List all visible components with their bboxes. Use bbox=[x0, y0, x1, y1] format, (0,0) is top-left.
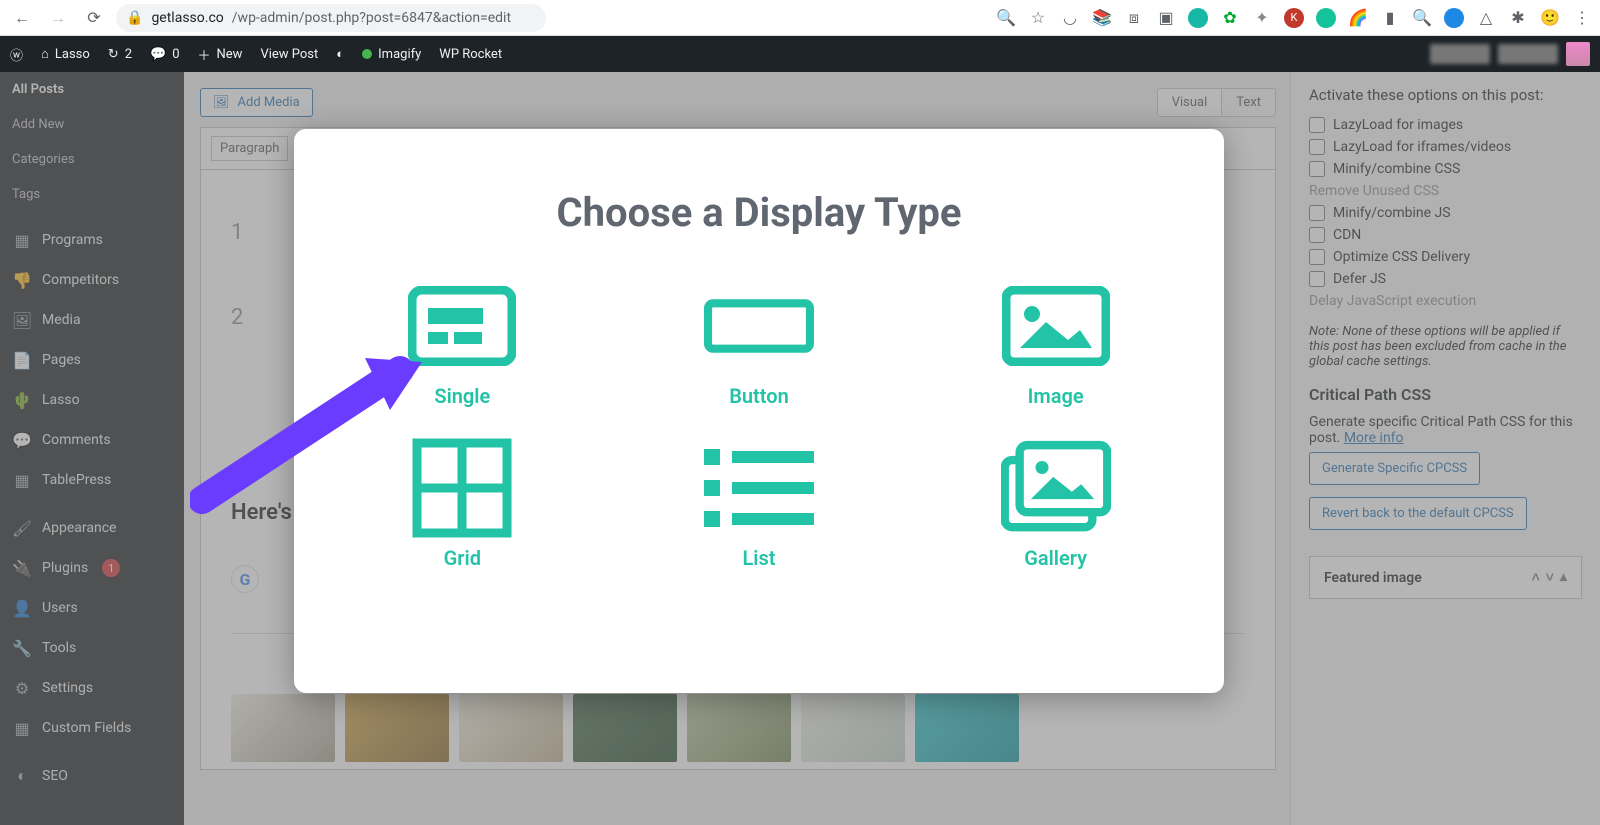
display-option-single[interactable]: Single bbox=[407, 286, 517, 408]
reload-button[interactable]: ⟳ bbox=[80, 4, 108, 32]
image-icon bbox=[1001, 286, 1111, 366]
forward-button[interactable]: → bbox=[44, 4, 72, 32]
display-option-image[interactable]: Image bbox=[1001, 286, 1111, 408]
chrome-menu-icon[interactable]: ⋮ bbox=[1572, 8, 1592, 28]
option-label: List bbox=[742, 546, 775, 570]
grid-icon bbox=[407, 448, 517, 528]
button-icon bbox=[704, 286, 814, 366]
user-avatar[interactable] bbox=[1566, 42, 1590, 66]
view-post[interactable]: View Post bbox=[260, 47, 318, 62]
option-label: Image bbox=[1028, 384, 1084, 408]
star-icon[interactable]: ☆ bbox=[1028, 8, 1048, 28]
modal-title: Choose a Display Type bbox=[324, 189, 1194, 236]
wp-admin-bar: ⓦ ⌂Lasso ↻2 💬0 ＋New View Post ◐ Imagify … bbox=[0, 36, 1600, 72]
lock-icon: 🔒 bbox=[126, 10, 143, 26]
display-option-gallery[interactable]: Gallery bbox=[1001, 448, 1111, 570]
zoom-icon[interactable]: 🔍 bbox=[996, 8, 1016, 28]
plus-icon: ＋ bbox=[198, 45, 211, 64]
refresh-icon: ↻ bbox=[108, 47, 119, 62]
gallery-icon bbox=[1001, 448, 1111, 528]
books-ext-icon[interactable]: 📚 bbox=[1092, 8, 1112, 28]
display-option-list[interactable]: List bbox=[704, 448, 814, 570]
display-option-grid[interactable]: Grid bbox=[407, 448, 517, 570]
comments-link[interactable]: 💬0 bbox=[150, 47, 180, 62]
evernote-ext-icon[interactable]: ✿ bbox=[1220, 8, 1240, 28]
address-bar[interactable]: 🔒 getlasso.co/wp-admin/post.php?post=684… bbox=[116, 4, 546, 32]
ext-k-icon[interactable]: K bbox=[1284, 8, 1304, 28]
url-domain: getlasso.co bbox=[151, 10, 223, 26]
pocket-icon[interactable]: ◡ bbox=[1060, 8, 1080, 28]
profile-avatar-icon[interactable]: 🙂 bbox=[1540, 8, 1560, 28]
ext-teal-icon[interactable] bbox=[1188, 8, 1208, 28]
option-label: Grid bbox=[444, 546, 481, 570]
green-dot-icon bbox=[362, 49, 372, 59]
blurred-text bbox=[1430, 44, 1490, 64]
option-label: Single bbox=[434, 384, 490, 408]
ext-blue-icon[interactable] bbox=[1444, 8, 1464, 28]
imagify-item[interactable]: Imagify bbox=[362, 47, 421, 62]
home-icon: ⌂ bbox=[41, 46, 49, 62]
grammarly-ext-icon[interactable] bbox=[1316, 8, 1336, 28]
url-path: /wp-admin/post.php?post=6847&action=edit bbox=[232, 10, 511, 26]
extensions-icon[interactable]: ✱ bbox=[1508, 8, 1528, 28]
list-icon bbox=[704, 448, 814, 528]
site-link[interactable]: ⌂Lasso bbox=[41, 46, 90, 62]
option-label: Button bbox=[729, 384, 789, 408]
new-content[interactable]: ＋New bbox=[198, 45, 243, 64]
search-ext-icon[interactable]: 🔍 bbox=[1412, 8, 1432, 28]
onenote-ext-icon[interactable]: ▣ bbox=[1156, 8, 1176, 28]
back-button[interactable]: ← bbox=[8, 4, 36, 32]
single-card-icon bbox=[407, 286, 517, 366]
browser-extensions: 🔍 ☆ ◡ 📚 ⧈ ▣ ✿ ✦ K 🌈 ▮ 🔍 △ ✱ 🙂 ⋮ bbox=[996, 8, 1592, 28]
display-option-button[interactable]: Button bbox=[704, 286, 814, 408]
ext-grey-icon[interactable]: ✦ bbox=[1252, 8, 1272, 28]
yoast-item[interactable]: ◐ bbox=[336, 46, 344, 62]
wprocket-item[interactable]: WP Rocket bbox=[439, 47, 502, 62]
display-type-modal: Choose a Display Type Single Button Imag… bbox=[294, 129, 1224, 693]
ext-dark-icon[interactable]: ▮ bbox=[1380, 8, 1400, 28]
wp-logo[interactable]: ⓦ bbox=[10, 45, 23, 64]
updates-link[interactable]: ↻2 bbox=[108, 47, 132, 62]
option-label: Gallery bbox=[1024, 546, 1087, 570]
comment-icon: 💬 bbox=[150, 47, 166, 62]
browser-toolbar: ← → ⟳ 🔒 getlasso.co/wp-admin/post.php?po… bbox=[0, 0, 1600, 36]
ext-rainbow-icon[interactable]: 🌈 bbox=[1348, 8, 1368, 28]
dropbox-ext-icon[interactable]: ⧈ bbox=[1124, 8, 1144, 28]
blurred-text bbox=[1498, 44, 1558, 64]
gdrive-ext-icon[interactable]: △ bbox=[1476, 8, 1496, 28]
